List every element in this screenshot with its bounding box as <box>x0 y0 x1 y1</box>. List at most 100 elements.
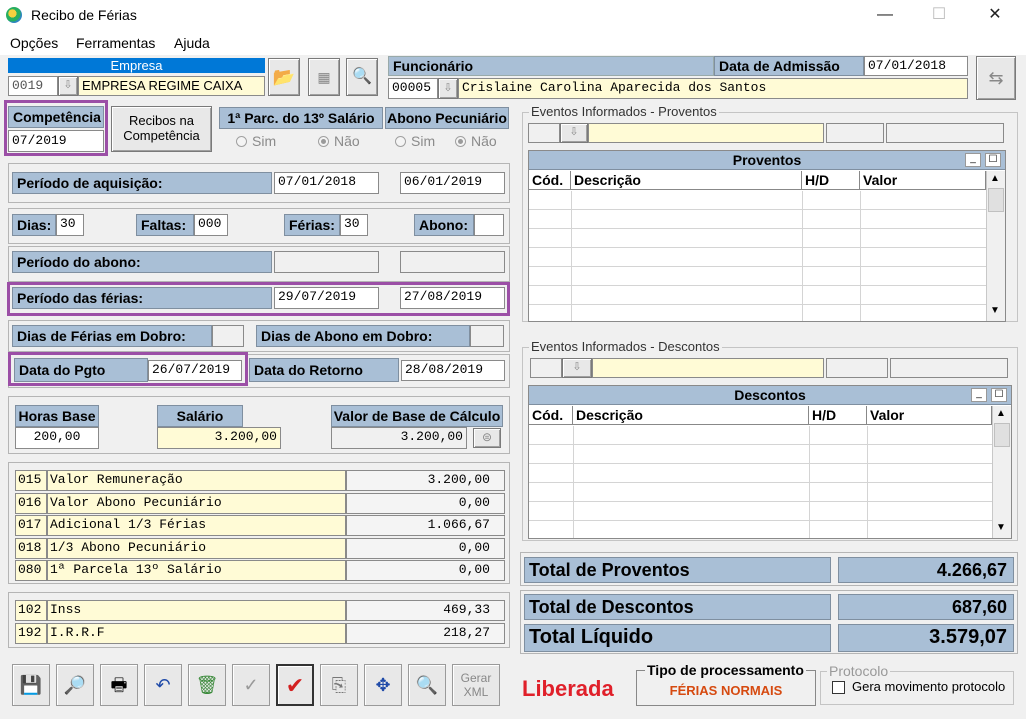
scroll-down-arrow-icon[interactable]: ▼ <box>996 522 1006 533</box>
print-icon[interactable]: 🖶 <box>100 664 138 706</box>
parc13-sim-radio[interactable]: Sim <box>236 133 276 149</box>
abono-field[interactable] <box>474 214 504 236</box>
proventos-scroll-thumb[interactable] <box>988 188 1004 212</box>
descontos-code-field[interactable] <box>530 358 562 378</box>
descontos-row-divider-3 <box>867 426 868 538</box>
abono-dobro-field[interactable] <box>470 325 504 347</box>
descontos-hd-field[interactable] <box>826 358 888 378</box>
retorno-field[interactable]: 28/08/2019 <box>401 360 505 381</box>
confirm-check-icon[interactable]: ✓ <box>232 664 270 706</box>
proventos-group-label: Eventos Informados - Proventos <box>529 104 719 119</box>
funcionario-lookup-arrow-icon[interactable]: ⇩ <box>438 78 458 99</box>
descontos-scroll-thumb[interactable] <box>994 423 1010 447</box>
gerar-xml-button[interactable]: Gerar XML <box>452 664 500 706</box>
parc13-nao-label: Não <box>334 133 360 149</box>
descontos-col-descricao[interactable]: Descrição <box>573 406 809 425</box>
minimize-button[interactable]: — <box>862 0 908 31</box>
empresa-lookup-arrow-icon[interactable]: ⇩ <box>58 76 78 96</box>
verba-row[interactable]: 018 1/3 Abono Pecuniário 0,00 <box>15 537 505 559</box>
proventos-code-field[interactable] <box>528 123 560 143</box>
scroll-up-arrow-icon[interactable]: ▲ <box>996 408 1006 419</box>
magnify-disabled-icon[interactable]: 🔍 <box>408 664 446 706</box>
proventos-col-valor[interactable]: Valor <box>860 171 986 190</box>
periodo-ferias-end-field[interactable]: 27/08/2019 <box>400 287 505 309</box>
ferias-field[interactable]: 30 <box>340 214 368 236</box>
proventos-col-descricao[interactable]: Descrição <box>571 171 802 190</box>
verba-row[interactable]: 080 1ª Parcela 13º Salário 0,00 <box>15 560 505 581</box>
descontos-col-hd[interactable]: H/D <box>809 406 867 425</box>
calculate-base-icon[interactable]: ⊜ <box>473 428 501 448</box>
pgto-field[interactable]: 26/07/2019 <box>148 360 242 381</box>
dias-field[interactable]: 30 <box>56 214 84 236</box>
menu-opcoes[interactable]: Opções <box>10 35 58 51</box>
verba-value: 1.066,67 <box>346 515 505 536</box>
parc13-sim-label: Sim <box>252 133 277 149</box>
proventos-valor-field[interactable] <box>886 123 1004 143</box>
descontos-valor-field[interactable] <box>890 358 1008 378</box>
proventos-col-hd[interactable]: H/D <box>802 171 860 190</box>
employee-transfer-icon[interactable]: ⇆ <box>976 56 1016 100</box>
empresa-code-field[interactable]: 0019 <box>8 76 58 96</box>
descontos-row-divider-2 <box>809 426 810 538</box>
proventos-desc-field[interactable] <box>588 123 824 143</box>
competencia-field[interactable]: 07/2019 <box>8 130 104 152</box>
periodo-abono-label: Período do abono: <box>12 251 272 273</box>
funcionario-code-field[interactable]: 00005 <box>388 78 438 99</box>
verba-row[interactable]: 015 Valor Remuneração 3.200,00 <box>15 470 505 491</box>
descontos-col-valor[interactable]: Valor <box>867 406 992 425</box>
proventos-scrollbar[interactable]: ▲ ▼ <box>986 171 1005 321</box>
calculator-icon[interactable]: ▦ <box>308 58 340 96</box>
salario-base-field[interactable]: 3.200,00 <box>157 427 281 449</box>
aquisicao-start-field[interactable]: 07/01/2018 <box>274 172 379 194</box>
export-icon[interactable]: ⎘ <box>320 664 358 706</box>
search-document-icon[interactable]: 🔍 <box>346 58 378 96</box>
save-icon[interactable]: 💾 <box>12 664 50 706</box>
descontos-col-cod[interactable]: Cód. <box>529 406 573 425</box>
undo-icon[interactable]: ↶ <box>144 664 182 706</box>
navigate-icon[interactable]: ✥ <box>364 664 402 706</box>
proventos-minimize-icon[interactable]: _ <box>965 153 981 167</box>
descontos-maximize-icon[interactable]: ☐ <box>991 388 1007 402</box>
descontos-desc-field[interactable] <box>592 358 824 378</box>
gera-protocolo-checkbox[interactable] <box>832 681 845 694</box>
liberar-check-icon[interactable]: ✔ <box>276 664 314 706</box>
recibos-competencia-button[interactable]: Recibos na Competência <box>111 106 212 152</box>
descontos-rows[interactable] <box>529 426 992 538</box>
verba-row[interactable]: 102 Inss 469,33 <box>15 600 505 621</box>
abono-dobro-label: Dias de Abono em Dobro: <box>256 325 470 347</box>
faltas-field[interactable]: 000 <box>194 214 228 236</box>
menu-ajuda[interactable]: Ajuda <box>174 35 210 51</box>
search-icon[interactable]: 🔎 <box>56 664 94 706</box>
abono-nao-radio[interactable]: Não <box>455 133 497 149</box>
proventos-col-cod[interactable]: Cód. <box>529 171 571 190</box>
open-folder-icon[interactable]: 📂 <box>268 58 300 96</box>
verba-code: 102 <box>15 600 47 621</box>
proventos-hd-field[interactable] <box>826 123 884 143</box>
scroll-down-arrow-icon[interactable]: ▼ <box>990 305 1000 316</box>
descontos-lookup-arrow-icon[interactable]: ⇩ <box>562 358 592 378</box>
menu-ferramentas[interactable]: Ferramentas <box>76 35 155 51</box>
aquisicao-end-field[interactable]: 06/01/2019 <box>400 172 505 194</box>
descontos-scrollbar[interactable]: ▲ ▼ <box>992 406 1011 538</box>
verba-row[interactable]: 016 Valor Abono Pecuniário 0,00 <box>15 492 505 514</box>
descontos-minimize-icon[interactable]: _ <box>971 388 987 402</box>
proventos-rows[interactable] <box>529 191 986 321</box>
admissao-field[interactable]: 07/01/2018 <box>864 56 968 76</box>
proventos-maximize-icon[interactable]: ☐ <box>985 153 1001 167</box>
maximize-button[interactable]: ☐ <box>916 0 962 31</box>
proventos-lookup-arrow-icon[interactable]: ⇩ <box>560 123 588 143</box>
abono-sim-radio[interactable]: Sim <box>395 133 435 149</box>
recycle-bin-icon[interactable]: 🗑 <box>188 664 226 706</box>
verba-row[interactable]: 192 I.R.R.F 218,27 <box>15 622 505 644</box>
horas-base-field[interactable]: 200,00 <box>15 427 99 449</box>
periodo-abono-start-field[interactable] <box>274 251 379 273</box>
verba-row[interactable]: 017 Adicional 1/3 Férias 1.066,67 <box>15 515 505 536</box>
close-button[interactable]: ✕ <box>972 0 1018 31</box>
scroll-up-arrow-icon[interactable]: ▲ <box>990 173 1000 184</box>
periodo-ferias-start-field[interactable]: 29/07/2019 <box>274 287 379 309</box>
funcionario-name-field[interactable]: Crislaine Carolina Aparecida dos Santos <box>458 78 968 99</box>
empresa-name-field[interactable]: EMPRESA REGIME CAIXA <box>78 76 265 96</box>
parc13-nao-radio[interactable]: Não <box>318 133 360 149</box>
periodo-abono-end-field[interactable] <box>400 251 505 273</box>
ferias-dobro-field[interactable] <box>212 325 244 347</box>
